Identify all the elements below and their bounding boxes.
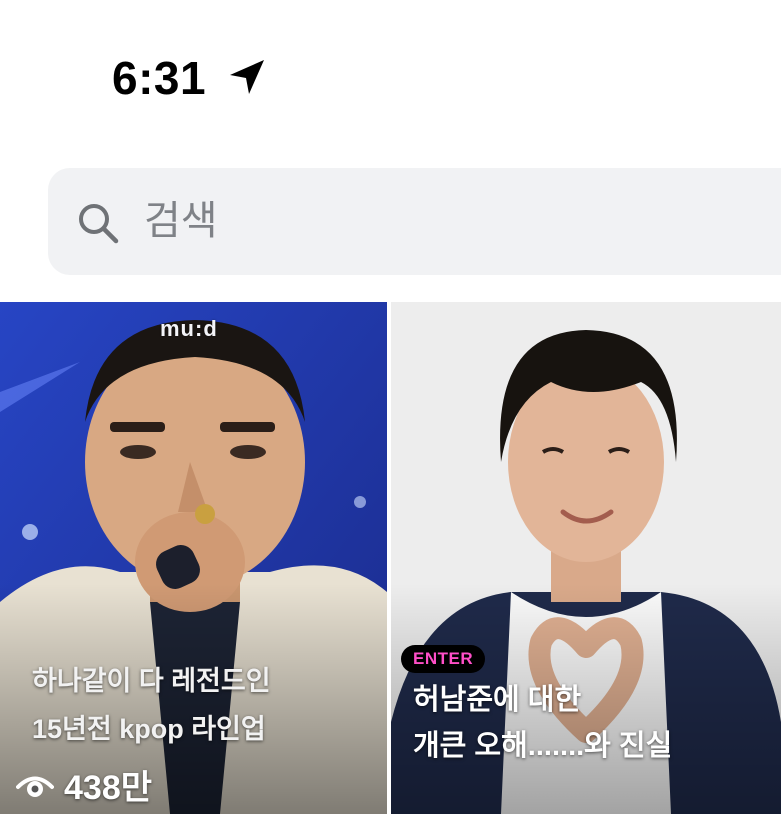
view-count: 438만 [64,769,153,807]
location-arrow-icon [230,60,264,94]
channel-watermark: mu:d [160,316,218,341]
caption-line: 하나같이 다 레전드인 [32,666,271,696]
caption-line: 개큰 오해.......와 진실 [413,730,673,762]
caption-line: 허남준에 대한 [413,684,582,716]
status-time: 6:31 [112,52,207,104]
category-badge: ENTER [401,645,486,673]
app-screen: 6:31 검색 mu:d 하나같이 다 레전드인 15년전 kpop 라인업 4… [0,0,781,814]
video-caption-2: 허남준에 대한 개큰 오해.......와 진실 [413,677,672,769]
video-card-2[interactable]: ENTER 허남준에 대한 개큰 오해.......와 진실 [391,302,781,814]
caption-line: 15년전 kpop 라인업 [32,714,266,744]
video-caption-1: 하나같이 다 레전드인 15년전 kpop 라인업 [32,657,271,753]
search-icon [79,204,119,244]
search-input[interactable]: 검색 [144,192,218,250]
view-count-row: 438만 [16,760,152,809]
video-card-1[interactable]: mu:d 하나같이 다 레전드인 15년전 kpop 라인업 438만 [0,302,387,814]
search-bar[interactable]: 검색 [48,168,781,275]
eye-icon [16,776,54,797]
